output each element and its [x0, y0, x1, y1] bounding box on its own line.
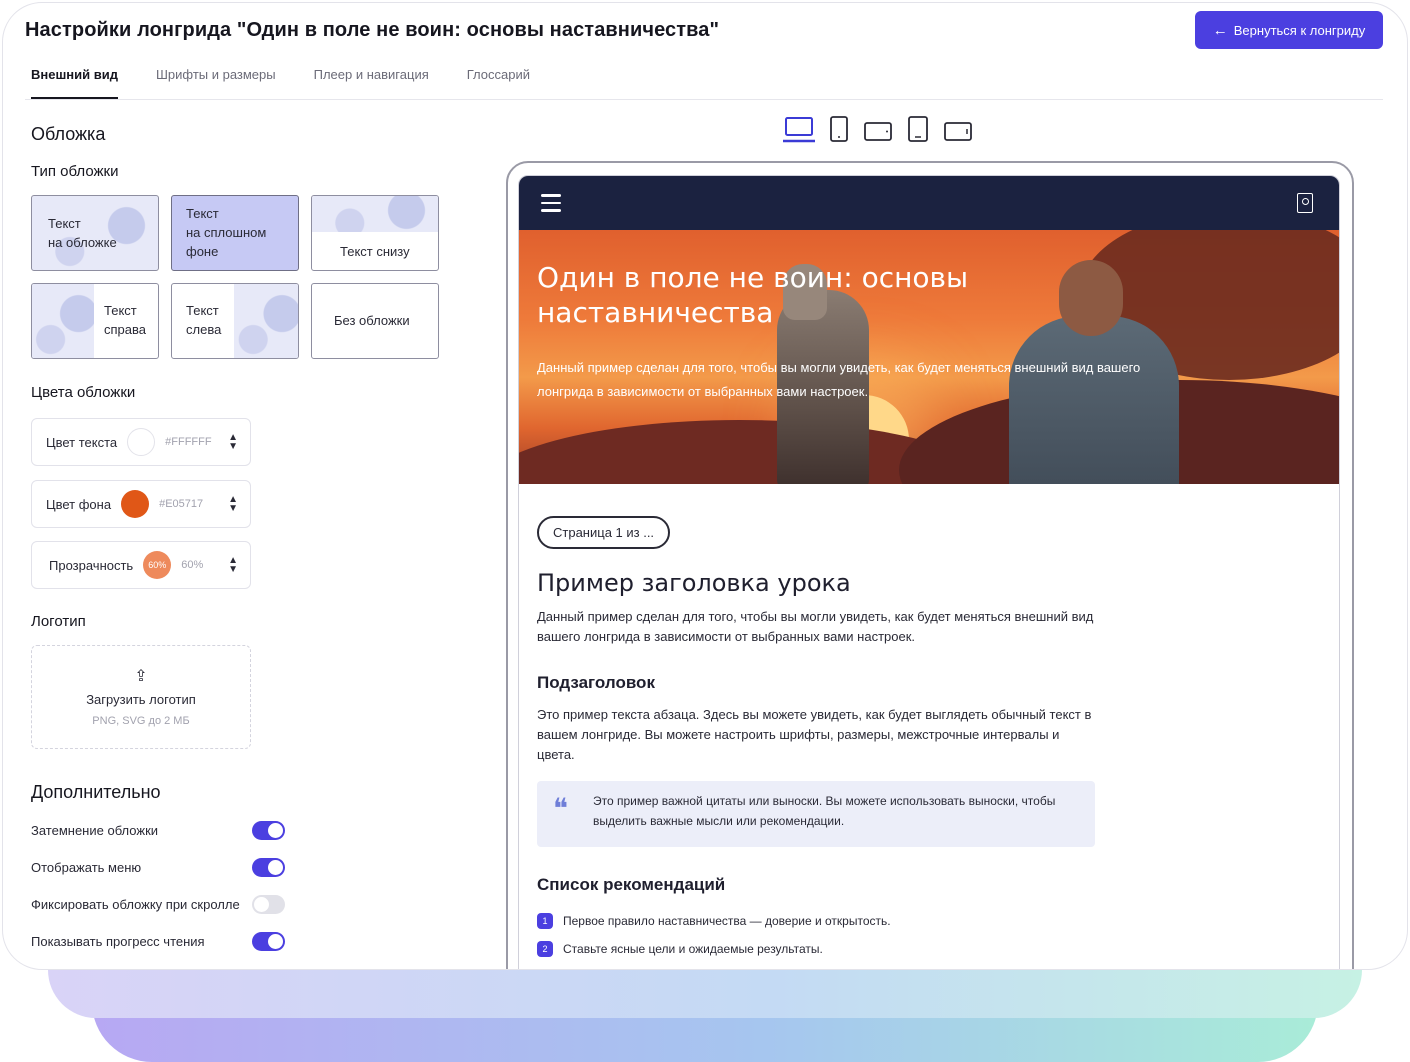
option-label: Отображать меню: [31, 859, 142, 875]
subheading: Подзаголовок: [537, 673, 655, 692]
fix-cover-toggle[interactable]: [252, 894, 285, 914]
logo-upload-dropzone[interactable]: ⇪ Загрузить логотип PNG, SVG до 2 МБ: [31, 645, 251, 749]
arrow-left-icon: ←: [1212, 21, 1228, 39]
quote-text: Это пример важной цитаты или выноски. Вы…: [593, 794, 1056, 828]
stepper-icon[interactable]: ▲ ▼: [228, 495, 238, 514]
cover-section-title: Обложка: [31, 124, 106, 144]
tablet-landscape-icon[interactable]: [863, 121, 893, 143]
cover-type-line: Без обложки: [334, 313, 410, 328]
cover-type-line: слева: [186, 322, 222, 337]
option-reading-progress: Показывать прогресс чтения: [31, 930, 285, 952]
list-item-text: Ставьте ясные цели и ожидаемые результат…: [563, 942, 823, 956]
cover-type-line: справа: [104, 322, 146, 337]
lesson-text: Данный пример сделан для того, чтобы вы …: [537, 609, 1094, 644]
option-fix-cover: Фиксировать обложку при скролле: [31, 893, 285, 915]
tab-glossary[interactable]: Глоссарий: [467, 67, 530, 100]
preview-screen: Один в поле не воин: основы наставничест…: [518, 175, 1340, 969]
laptop-icon[interactable]: [783, 115, 815, 143]
back-to-longread-button[interactable]: ← Вернуться к лонгриду: [1195, 11, 1383, 49]
paragraph: Это пример текста абзаца. Здесь вы может…: [537, 707, 1092, 762]
list-number: 2: [537, 941, 553, 957]
logo-title: Логотип: [31, 613, 86, 630]
cover-type-text-below[interactable]: Текст снизу: [311, 195, 439, 271]
cover-type-line: Текст: [48, 216, 81, 231]
list-item-text: Первое правило наставничества — доверие …: [563, 914, 891, 928]
tab-appearance[interactable]: Внешний вид: [31, 67, 118, 100]
device-switcher: [783, 115, 973, 143]
cover-type-line: фоне: [186, 244, 219, 259]
cover-illustration-man-head: [1059, 260, 1123, 336]
option-darken-cover: Затемнение обложки: [31, 819, 285, 841]
extra-section-title: Дополнительно: [31, 782, 161, 802]
bg-color-hex: #E05717: [159, 498, 204, 510]
page-indicator[interactable]: Страница 1 из ...: [537, 516, 671, 549]
tabs: Внешний вид Шрифты и размеры Плеер и нав…: [31, 67, 530, 100]
opacity-label: Прозрачность: [49, 557, 134, 573]
opacity-badge: 60%: [143, 551, 172, 579]
tabs-divider: [25, 99, 1383, 100]
tab-player[interactable]: Плеер и навигация: [314, 67, 429, 100]
cover-type-solid-bg[interactable]: Текст на сплошном фоне: [171, 195, 299, 271]
cover-thumbnail: [32, 284, 94, 358]
phone-landscape-icon[interactable]: [943, 121, 973, 143]
preview-cover: Один в поле не воин: основы наставничест…: [519, 230, 1339, 484]
option-label: Фиксировать обложку при скролле: [31, 896, 240, 912]
bg-color-field[interactable]: Цвет фона #E05717 ▲ ▼: [31, 480, 251, 528]
option-show-menu: Отображать меню: [31, 856, 285, 878]
upload-label: Загрузить логотип: [86, 692, 196, 707]
recommendations-list: 1 Первое правило наставничества — довери…: [537, 907, 1321, 963]
cover-type-text-left[interactable]: Текст слева: [171, 283, 299, 359]
preview-content: Страница 1 из ... Пример заголовка урока…: [519, 484, 1339, 963]
quote-callout: ❝ Это пример важной цитаты или выноски. …: [537, 781, 1095, 847]
cover-thumbnail: [312, 196, 438, 232]
list-title: Список рекомендаций: [537, 875, 726, 894]
back-button-label: Вернуться к лонгриду: [1233, 22, 1366, 38]
list-item: 1 Первое правило наставничества — довери…: [537, 907, 1321, 935]
opacity-value: 60%: [181, 559, 204, 571]
cover-type-text-on-cover[interactable]: Текст на обложке: [31, 195, 159, 271]
text-color-field[interactable]: Цвет текста #FFFFFF ▲ ▼: [31, 418, 251, 466]
cover-colors-title: Цвета обложки: [31, 384, 136, 401]
phone-portrait-icon[interactable]: [907, 115, 929, 143]
preview-navbar: [519, 176, 1339, 230]
bg-color-label: Цвет фона: [46, 496, 112, 512]
cover-type-line: Текст: [104, 303, 137, 318]
lesson-title: Пример заголовка урока: [537, 569, 851, 597]
darken-cover-toggle[interactable]: [252, 820, 285, 840]
menu-icon[interactable]: [541, 194, 561, 217]
tab-fonts[interactable]: Шрифты и размеры: [156, 67, 276, 100]
cover-type-line: Текст: [186, 303, 219, 318]
opacity-field[interactable]: Прозрачность 60% 60% ▲ ▼: [31, 541, 251, 589]
list-item: 2 Ставьте ясные цели и ожидаемые результ…: [537, 935, 1321, 963]
cover-type-no-cover[interactable]: Без обложки: [311, 283, 439, 359]
book-search-icon[interactable]: [1297, 193, 1313, 213]
bg-color-swatch[interactable]: [121, 490, 150, 518]
cover-type-line: на обложке: [48, 235, 117, 250]
cover-subtitle: Данный пример сделан для того, чтобы вы …: [537, 360, 1141, 399]
stepper-icon[interactable]: ▲ ▼: [228, 556, 238, 575]
upload-hint: PNG, SVG до 2 МБ: [92, 715, 190, 727]
text-color-swatch[interactable]: [127, 428, 156, 456]
upload-icon: ⇪: [134, 668, 148, 685]
show-menu-toggle[interactable]: [252, 857, 285, 877]
cover-type-title: Тип обложки: [31, 163, 119, 180]
list-number: 1: [537, 913, 553, 929]
option-label: Затемнение обложки: [31, 822, 159, 838]
cover-thumbnail: [234, 284, 298, 358]
quote-icon: ❝: [553, 792, 569, 825]
text-color-label: Цвет текста: [46, 434, 118, 450]
tablet-portrait-icon[interactable]: [829, 115, 849, 143]
cover-type-line: Текст: [186, 206, 219, 221]
cover-type-line: Текст снизу: [340, 244, 410, 259]
text-color-hex: #FFFFFF: [165, 436, 212, 448]
page-title: Настройки лонгрида "Один в поле не воин:…: [25, 19, 720, 41]
settings-window: Настройки лонгрида "Один в поле не воин:…: [2, 2, 1408, 970]
cover-type-text-right[interactable]: Текст справа: [31, 283, 159, 359]
cover-type-line: на сплошном: [186, 225, 267, 240]
option-label: Показывать прогресс чтения: [31, 933, 205, 949]
cover-title: Один в поле не воин: основы наставничест…: [537, 261, 969, 329]
stepper-icon[interactable]: ▲ ▼: [228, 433, 238, 452]
reading-progress-toggle[interactable]: [252, 931, 285, 951]
